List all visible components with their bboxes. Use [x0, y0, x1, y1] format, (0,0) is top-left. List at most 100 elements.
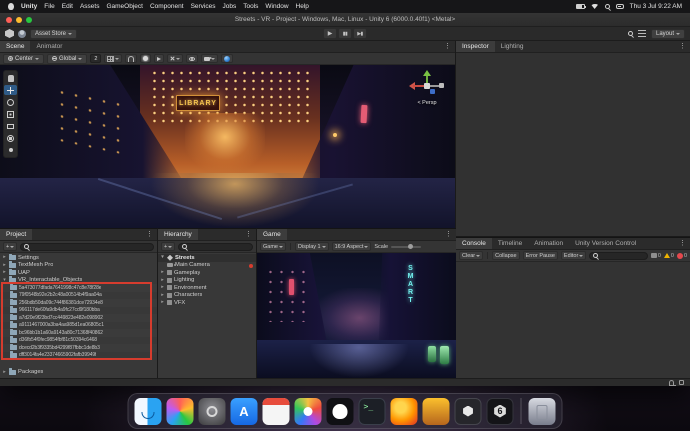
- tab-lighting[interactable]: Lighting: [495, 41, 530, 52]
- tab-inspector[interactable]: Inspector: [456, 41, 495, 52]
- warning-count[interactable]: 0: [664, 253, 674, 259]
- custom-tool[interactable]: [4, 145, 17, 155]
- disclosure-arrow-icon[interactable]: ▸: [160, 285, 165, 290]
- layers-icon[interactable]: [638, 30, 646, 37]
- console-log-area[interactable]: [456, 262, 690, 378]
- disclosure-arrow-icon[interactable]: ▸: [160, 278, 165, 283]
- scene-viewport[interactable]: LIBRARY: [0, 65, 455, 228]
- menu-item[interactable]: GameObject: [106, 3, 143, 10]
- menu-item[interactable]: File: [44, 3, 54, 10]
- dock-unity-hub-icon[interactable]: [455, 398, 482, 425]
- folder-row[interactable]: ▾ VR_Interactable_Objects: [0, 277, 157, 285]
- project-search-input[interactable]: [31, 244, 150, 250]
- error-pause-toggle[interactable]: Error Pause: [523, 251, 558, 260]
- collapse-toggle[interactable]: Collapse: [492, 251, 519, 260]
- gameobject-row[interactable]: ▸ Gameplay: [158, 269, 256, 277]
- gizmos-toggle[interactable]: [221, 54, 233, 63]
- gizmo-z-axis-icon[interactable]: [430, 89, 435, 94]
- tab-unity-version-control[interactable]: Unity Version Control: [569, 238, 642, 249]
- menu-app-name[interactable]: Unity: [21, 3, 37, 10]
- panel-menu-icon[interactable]: ⋮: [678, 43, 687, 50]
- step-button[interactable]: ▶▮: [353, 28, 367, 39]
- move-tool[interactable]: [4, 85, 17, 95]
- dock-calendar-icon[interactable]: [263, 398, 290, 425]
- create-object-button[interactable]: +: [161, 242, 175, 251]
- tool-handle-rotation-dropdown[interactable]: Global: [47, 54, 87, 64]
- folder-row[interactable]: ▸ Settings: [0, 254, 157, 262]
- scene-root-row[interactable]: ▾ Streets: [158, 254, 256, 262]
- dock-system-settings-icon[interactable]: [199, 398, 226, 425]
- rect-tool[interactable]: [4, 121, 17, 131]
- dock-github-icon[interactable]: [327, 398, 354, 425]
- disclosure-arrow-icon[interactable]: ▸: [2, 370, 7, 375]
- apple-menu-icon[interactable]: [8, 3, 14, 10]
- editor-dropdown[interactable]: Editor: [561, 251, 586, 260]
- view-tool[interactable]: [4, 73, 17, 83]
- folder-row[interactable]: 256bdb50da09c744f86381dce72934e8: [0, 299, 157, 307]
- dock-photos-icon[interactable]: [295, 398, 322, 425]
- panel-menu-icon[interactable]: ⋮: [678, 240, 687, 247]
- tab-timeline[interactable]: Timeline: [492, 238, 528, 249]
- dock-terminal-icon[interactable]: [359, 398, 386, 425]
- hierarchy-search[interactable]: [178, 243, 253, 251]
- play-button[interactable]: ▶: [323, 28, 337, 39]
- tab-animation[interactable]: Animation: [528, 238, 569, 249]
- rotate-tool[interactable]: [4, 97, 17, 107]
- game-mode-dropdown[interactable]: Game: [260, 242, 286, 251]
- hierarchy-search-input[interactable]: [189, 244, 249, 250]
- panel-menu-icon[interactable]: ⋮: [443, 43, 452, 50]
- game-scale-slider[interactable]: [391, 246, 421, 248]
- scale-tool[interactable]: [4, 109, 17, 119]
- tab-animator[interactable]: Animator: [30, 41, 68, 52]
- menu-item[interactable]: Component: [150, 3, 184, 10]
- folder-row[interactable]: ▸ TextMesh Pro: [0, 262, 157, 270]
- packages-row[interactable]: ▸ Packages: [0, 369, 157, 377]
- menu-item[interactable]: Help: [296, 3, 309, 10]
- minimize-window-button[interactable]: [16, 17, 22, 23]
- scene-orientation-gizmo[interactable]: < Persp: [409, 68, 445, 110]
- scene-visibility-toggle[interactable]: [186, 54, 198, 63]
- dock-finder-icon[interactable]: [135, 398, 162, 425]
- folder-row[interactable]: a9111467000a3ba4aa985d1ea06805c1: [0, 322, 157, 330]
- disclosure-arrow-icon[interactable]: ▸: [2, 270, 7, 275]
- folder-row[interactable]: d36fb54f0fec9854fbf81c50394c6468: [0, 337, 157, 345]
- panel-menu-icon[interactable]: ⋮: [444, 231, 453, 238]
- control-center-icon[interactable]: [616, 4, 624, 9]
- account-avatar[interactable]: [18, 30, 26, 38]
- display-dropdown[interactable]: Display 1: [295, 242, 329, 251]
- menu-item[interactable]: Services: [191, 3, 216, 10]
- gizmo-free-axis-icon[interactable]: [439, 83, 444, 88]
- menu-clock[interactable]: Thu 3 Jul 9:22 AM: [630, 3, 682, 10]
- asset-store-button[interactable]: Asset Store: [30, 29, 77, 39]
- folder-row[interactable]: a7d20e9f23bd7cc449823e482e098902: [0, 314, 157, 322]
- layout-dropdown[interactable]: Layout: [651, 29, 685, 39]
- close-window-button[interactable]: [6, 17, 12, 23]
- menu-item[interactable]: Tools: [243, 3, 258, 10]
- folder-row[interactable]: 79f0548b92e2b2c48a00514b4f9aa04a: [0, 292, 157, 300]
- tool-handle-pivot-dropdown[interactable]: Center: [3, 54, 44, 64]
- game-viewport[interactable]: SMART: [257, 253, 456, 378]
- gameobject-row[interactable]: Main Camera: [158, 262, 256, 270]
- search-icon[interactable]: [628, 31, 633, 36]
- pause-button[interactable]: ▮▮: [338, 28, 352, 39]
- menu-item[interactable]: Assets: [80, 3, 100, 10]
- info-count[interactable]: 0: [651, 253, 661, 259]
- folder-row[interactable]: dff3014fa4e23374665902fafb39949f: [0, 352, 157, 360]
- console-search-input[interactable]: [600, 253, 644, 259]
- disclosure-arrow-icon[interactable]: ▸: [2, 255, 7, 260]
- dock-firefox-icon[interactable]: [391, 398, 418, 425]
- battery-icon[interactable]: [576, 4, 585, 9]
- panel-menu-icon[interactable]: ⋮: [244, 231, 253, 238]
- window-title-bar[interactable]: Streets - VR - Project - Windows, Mac, L…: [0, 13, 690, 27]
- tab-project[interactable]: Project: [0, 229, 32, 240]
- tab-hierarchy[interactable]: Hierarchy: [158, 229, 198, 240]
- snap-toggle[interactable]: [125, 54, 137, 63]
- dock-app-store-icon[interactable]: [231, 398, 258, 425]
- clear-button[interactable]: Clear: [459, 251, 483, 260]
- background-tasks-icon[interactable]: [679, 380, 684, 385]
- create-asset-button[interactable]: +: [3, 242, 17, 251]
- folder-row[interactable]: 966117de60fa9db4a9fc27cd9f180bba: [0, 307, 157, 315]
- folder-row[interactable]: dcecd2b3f9335bd4299f87fbbc1de8b3: [0, 344, 157, 352]
- scene-fx-dropdown[interactable]: [167, 54, 183, 63]
- folder-row[interactable]: ▸ UAP: [0, 269, 157, 277]
